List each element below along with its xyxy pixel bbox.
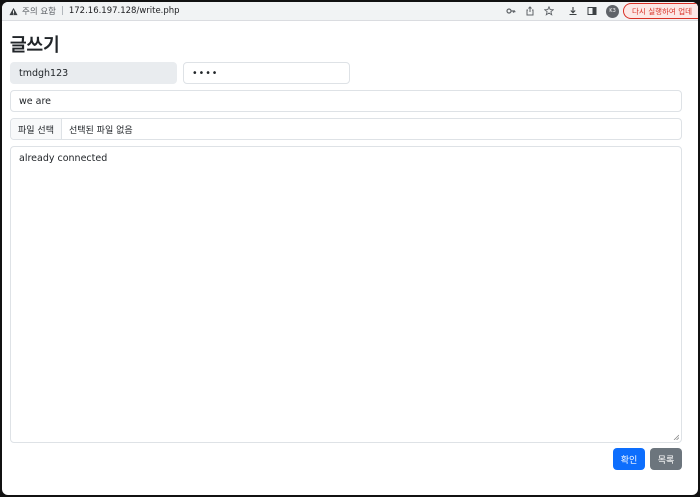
resize-handle-icon[interactable] bbox=[673, 434, 679, 440]
download-icon[interactable] bbox=[566, 4, 580, 18]
profile-avatar[interactable]: K3 bbox=[606, 4, 620, 18]
side-panel-icon[interactable] bbox=[585, 4, 599, 18]
share-icon[interactable] bbox=[523, 4, 537, 18]
content-text: already connected bbox=[19, 153, 108, 164]
page-title: 글쓰기 bbox=[10, 35, 60, 56]
toolbar-actions: K3 다시 실행하여 업데 bbox=[499, 2, 698, 20]
url-divider: | bbox=[60, 6, 64, 16]
key-icon[interactable] bbox=[504, 4, 518, 18]
address-bar-url[interactable]: 172.16.197.128/write.php bbox=[69, 6, 180, 16]
restart-update-button[interactable]: 다시 실행하여 업데 bbox=[623, 3, 698, 19]
browser-toolbar: 주의 요함 | 172.16.197.128/write.php K3 다시 실… bbox=[2, 2, 698, 21]
author-field[interactable]: tmdgh123 bbox=[10, 62, 177, 84]
password-field[interactable]: •••• bbox=[183, 62, 350, 84]
list-button[interactable]: 목록 bbox=[650, 448, 682, 470]
file-choose-button[interactable]: 파일 선택 bbox=[11, 119, 62, 139]
bookmark-star-icon[interactable] bbox=[542, 4, 556, 18]
submit-button[interactable]: 확인 bbox=[613, 448, 645, 470]
content-textarea[interactable]: already connected bbox=[10, 146, 682, 443]
file-input[interactable]: 파일 선택 선택된 파일 없음 bbox=[10, 118, 682, 140]
warning-icon[interactable] bbox=[8, 6, 18, 16]
browser-window: 주의 요함 | 172.16.197.128/write.php K3 다시 실… bbox=[2, 2, 698, 495]
security-label[interactable]: 주의 요함 bbox=[22, 5, 56, 17]
subject-input[interactable]: we are bbox=[10, 90, 682, 112]
file-status-text: 선택된 파일 없음 bbox=[68, 125, 133, 136]
